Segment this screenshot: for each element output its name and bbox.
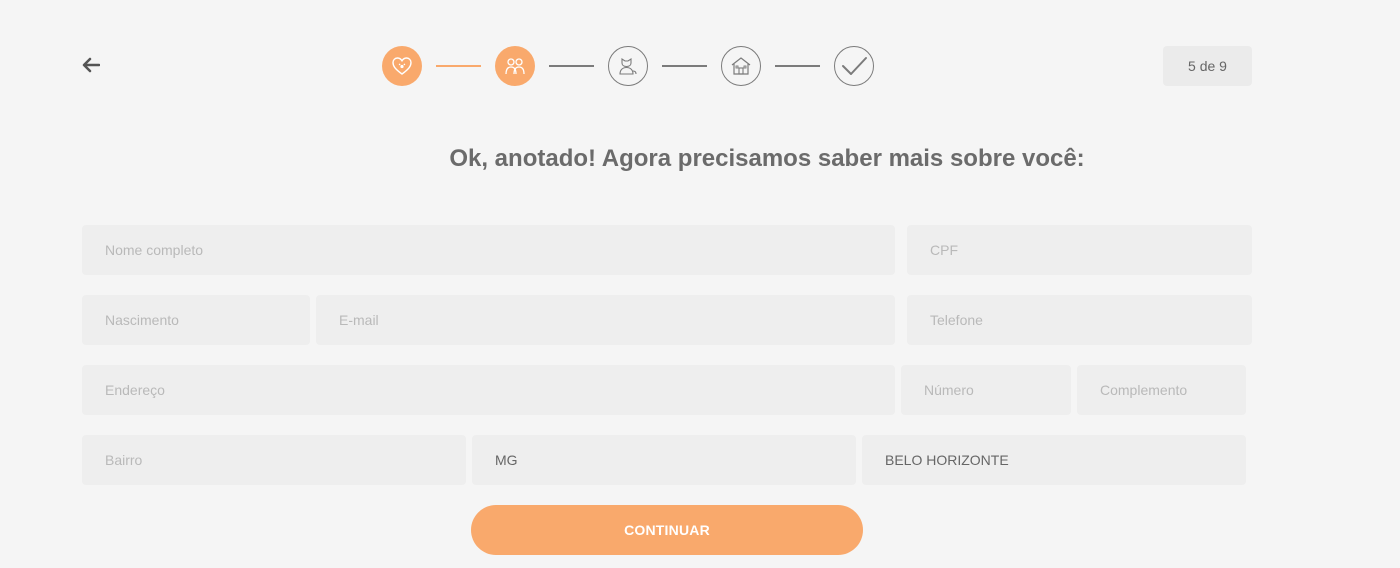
full-name-input[interactable]	[82, 225, 895, 275]
city-input[interactable]	[862, 435, 1246, 485]
heart-paw-icon	[392, 57, 412, 75]
back-button[interactable]	[78, 52, 104, 78]
birthdate-input[interactable]	[82, 295, 310, 345]
step-counter: 5 de 9	[1163, 46, 1252, 86]
step-heart	[382, 46, 422, 86]
complement-input[interactable]	[1077, 365, 1246, 415]
check-icon	[842, 57, 867, 75]
number-input[interactable]	[901, 365, 1071, 415]
page-title: Ok, anotado! Agora precisamos saber mais…	[449, 145, 1085, 172]
state-input[interactable]	[472, 435, 856, 485]
continue-button[interactable]: CONTINUAR	[471, 505, 863, 555]
step-finish	[834, 46, 874, 86]
phone-input[interactable]	[907, 295, 1252, 345]
pets-icon	[619, 57, 637, 75]
step-pets	[608, 46, 648, 86]
step-house	[721, 46, 761, 86]
email-input[interactable]	[316, 295, 895, 345]
progress-stepper	[382, 46, 882, 86]
address-input[interactable]	[82, 365, 895, 415]
step-connector	[775, 65, 820, 67]
house-icon	[731, 57, 751, 75]
arrow-left-icon	[82, 57, 100, 73]
step-connector	[436, 65, 481, 67]
step-connector	[662, 65, 707, 67]
step-connector	[549, 65, 594, 67]
people-icon	[505, 58, 525, 75]
neighborhood-input[interactable]	[82, 435, 466, 485]
step-people	[495, 46, 535, 86]
cpf-input[interactable]	[907, 225, 1252, 275]
